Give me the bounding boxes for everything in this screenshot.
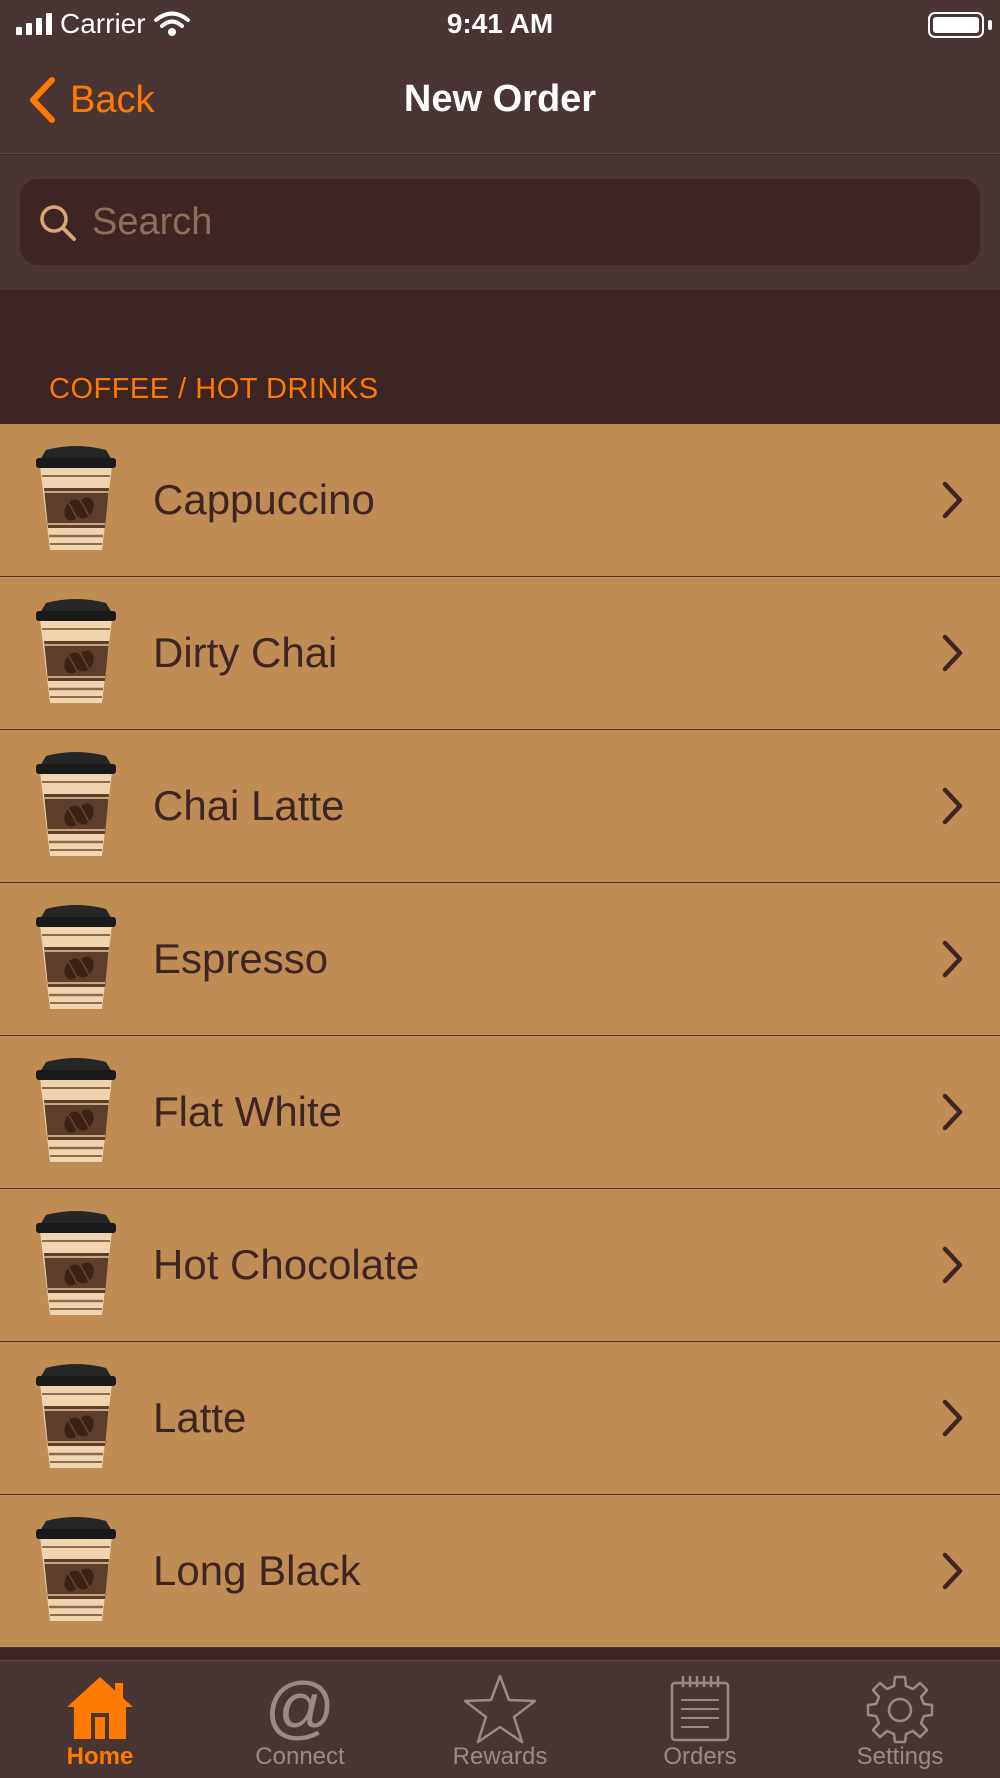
menu-item-row[interactable]: Long Black	[0, 1495, 1000, 1648]
chevron-right-icon	[942, 1552, 963, 1590]
chevron-right-icon	[942, 1093, 963, 1131]
coffee-cup-icon	[36, 1211, 116, 1315]
menu-item-row[interactable]: Hot Chocolate	[0, 1189, 1000, 1342]
tab-label: Settings	[856, 1743, 944, 1770]
star-icon	[463, 1674, 537, 1744]
menu-item-name: Chai Latte	[153, 782, 345, 829]
tab-connect[interactable]: @ Connect	[200, 1661, 400, 1778]
battery-icon	[928, 12, 984, 38]
coffee-cup-icon	[36, 905, 116, 1009]
coffee-cup-icon	[36, 1517, 116, 1621]
menu-item-name: Cappuccino	[153, 476, 375, 523]
coffee-cup-icon	[36, 752, 116, 856]
menu-item-row[interactable]: Dirty Chai	[0, 577, 1000, 730]
menu-item-row[interactable]: Espresso	[0, 883, 1000, 1036]
tab-label: Home	[66, 1743, 134, 1770]
coffee-cup-icon	[36, 1364, 116, 1468]
tab-label: Orders	[663, 1743, 737, 1770]
status-bar: Carrier 9:41 AM	[0, 0, 1000, 50]
chevron-right-icon	[942, 634, 963, 672]
status-time: 9:41 AM	[446, 8, 554, 39]
menu-item-name: Hot Chocolate	[153, 1241, 420, 1288]
menu-item-name: Flat White	[153, 1088, 343, 1135]
home-icon	[67, 1677, 133, 1739]
tab-label: Rewards	[452, 1743, 548, 1770]
menu-item-row[interactable]: Latte	[0, 1342, 1000, 1495]
at-icon: @	[265, 1673, 335, 1743]
chevron-right-icon	[942, 1246, 963, 1284]
svg-text:@: @	[265, 1673, 335, 1743]
navigation-bar: Back New Order	[0, 50, 1000, 154]
chevron-right-icon	[942, 787, 963, 825]
tab-bar: Home @ Connect Rewards Orders Settings	[0, 1660, 1000, 1778]
section-title: COFFEE / HOT DRINKS	[49, 373, 379, 405]
notepad-icon	[670, 1676, 730, 1742]
section-header: COFFEE / HOT DRINKS	[0, 290, 1000, 424]
menu-item-name: Long Black	[153, 1547, 361, 1594]
tab-orders[interactable]: Orders	[600, 1661, 800, 1778]
search-icon	[40, 205, 76, 241]
chevron-right-icon	[942, 940, 963, 978]
battery-cap	[988, 20, 992, 30]
menu-item-row[interactable]: Cappuccino	[0, 424, 1000, 577]
coffee-cup-icon	[36, 446, 116, 550]
chevron-right-icon	[942, 1399, 963, 1437]
coffee-cup-icon	[36, 599, 116, 703]
tab-rewards[interactable]: Rewards	[400, 1661, 600, 1778]
menu-list: Cappuccino Dirty Chai Chai Latte Espresso Fl…	[0, 424, 1000, 1648]
coffee-cup-icon	[36, 1058, 116, 1162]
search-area	[0, 155, 1000, 290]
menu-item-name: Espresso	[153, 935, 329, 982]
menu-item-name: Latte	[153, 1394, 247, 1441]
tab-home[interactable]: Home	[0, 1661, 200, 1778]
menu-item-row[interactable]: Chai Latte	[0, 730, 1000, 883]
menu-item-name: Dirty Chai	[153, 629, 338, 676]
page-title: New Order	[403, 78, 597, 120]
tab-settings[interactable]: Settings	[800, 1661, 1000, 1778]
gear-icon	[866, 1675, 934, 1744]
menu-item-row[interactable]: Flat White	[0, 1036, 1000, 1189]
chevron-right-icon	[942, 481, 963, 519]
tab-label: Connect	[255, 1743, 345, 1770]
search-box[interactable]	[20, 179, 980, 265]
search-input[interactable]	[92, 179, 952, 265]
